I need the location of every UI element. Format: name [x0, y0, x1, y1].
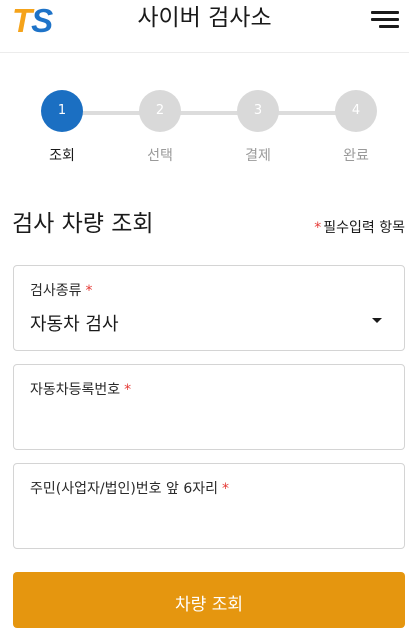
page-title: 사이버 검사소 [137, 5, 272, 31]
id-number-label: 주민(사업자/법인)번호 앞 6자리 * [30, 478, 229, 498]
registration-number-field[interactable]: 자동차등록번호 * [13, 364, 405, 450]
registration-number-label-text: 자동차등록번호 [30, 382, 121, 398]
required-star: * [222, 481, 230, 497]
step-circle: 3 [237, 90, 279, 132]
step-3: 3 결제 [218, 90, 298, 165]
required-star: * [85, 283, 93, 299]
id-number-input[interactable] [30, 510, 388, 536]
id-number-field[interactable]: 주민(사업자/법인)번호 앞 6자리 * [13, 463, 405, 549]
hamburger-menu-icon[interactable] [369, 10, 399, 30]
inspection-type-value: 자동차 검사 [30, 314, 119, 335]
menu-bar-middle [371, 18, 399, 21]
required-note-text: 필수입력 항목 [323, 220, 405, 236]
app-header: TS 사이버 검사소 [0, 0, 409, 53]
step-1: 1 조회 [22, 90, 102, 165]
progress-stepper: 1 조회 2 선택 3 결제 4 완료 [0, 90, 409, 170]
required-star: * [124, 382, 132, 398]
inspection-type-label: 검사종류 * [30, 280, 93, 300]
required-note: * 필수입력 항목 [314, 217, 405, 237]
step-4: 4 완료 [316, 90, 396, 165]
step-label: 조회 [49, 148, 75, 164]
section-title: 검사 차량 조회 [12, 211, 154, 237]
required-star: * [314, 220, 322, 236]
step-label: 결제 [245, 148, 271, 164]
registration-number-input[interactable] [30, 411, 388, 437]
step-circle: 2 [139, 90, 181, 132]
step-2: 2 선택 [120, 90, 200, 165]
inspection-type-label-text: 검사종류 [30, 283, 82, 299]
stepper-track [62, 111, 356, 115]
step-circle: 1 [41, 90, 83, 132]
inspection-type-select[interactable]: 검사종류 * 자동차 검사 [13, 265, 405, 351]
step-label: 완료 [343, 148, 369, 164]
dropdown-caret-icon [372, 318, 382, 323]
registration-number-label: 자동차등록번호 * [30, 379, 131, 399]
menu-bar-top [371, 11, 399, 14]
vehicle-lookup-button[interactable]: 차량 조회 [13, 572, 405, 628]
step-circle: 4 [335, 90, 377, 132]
step-label: 선택 [147, 148, 173, 164]
id-number-label-text: 주민(사업자/법인)번호 앞 6자리 [30, 481, 219, 497]
menu-bar-bottom [379, 25, 399, 28]
